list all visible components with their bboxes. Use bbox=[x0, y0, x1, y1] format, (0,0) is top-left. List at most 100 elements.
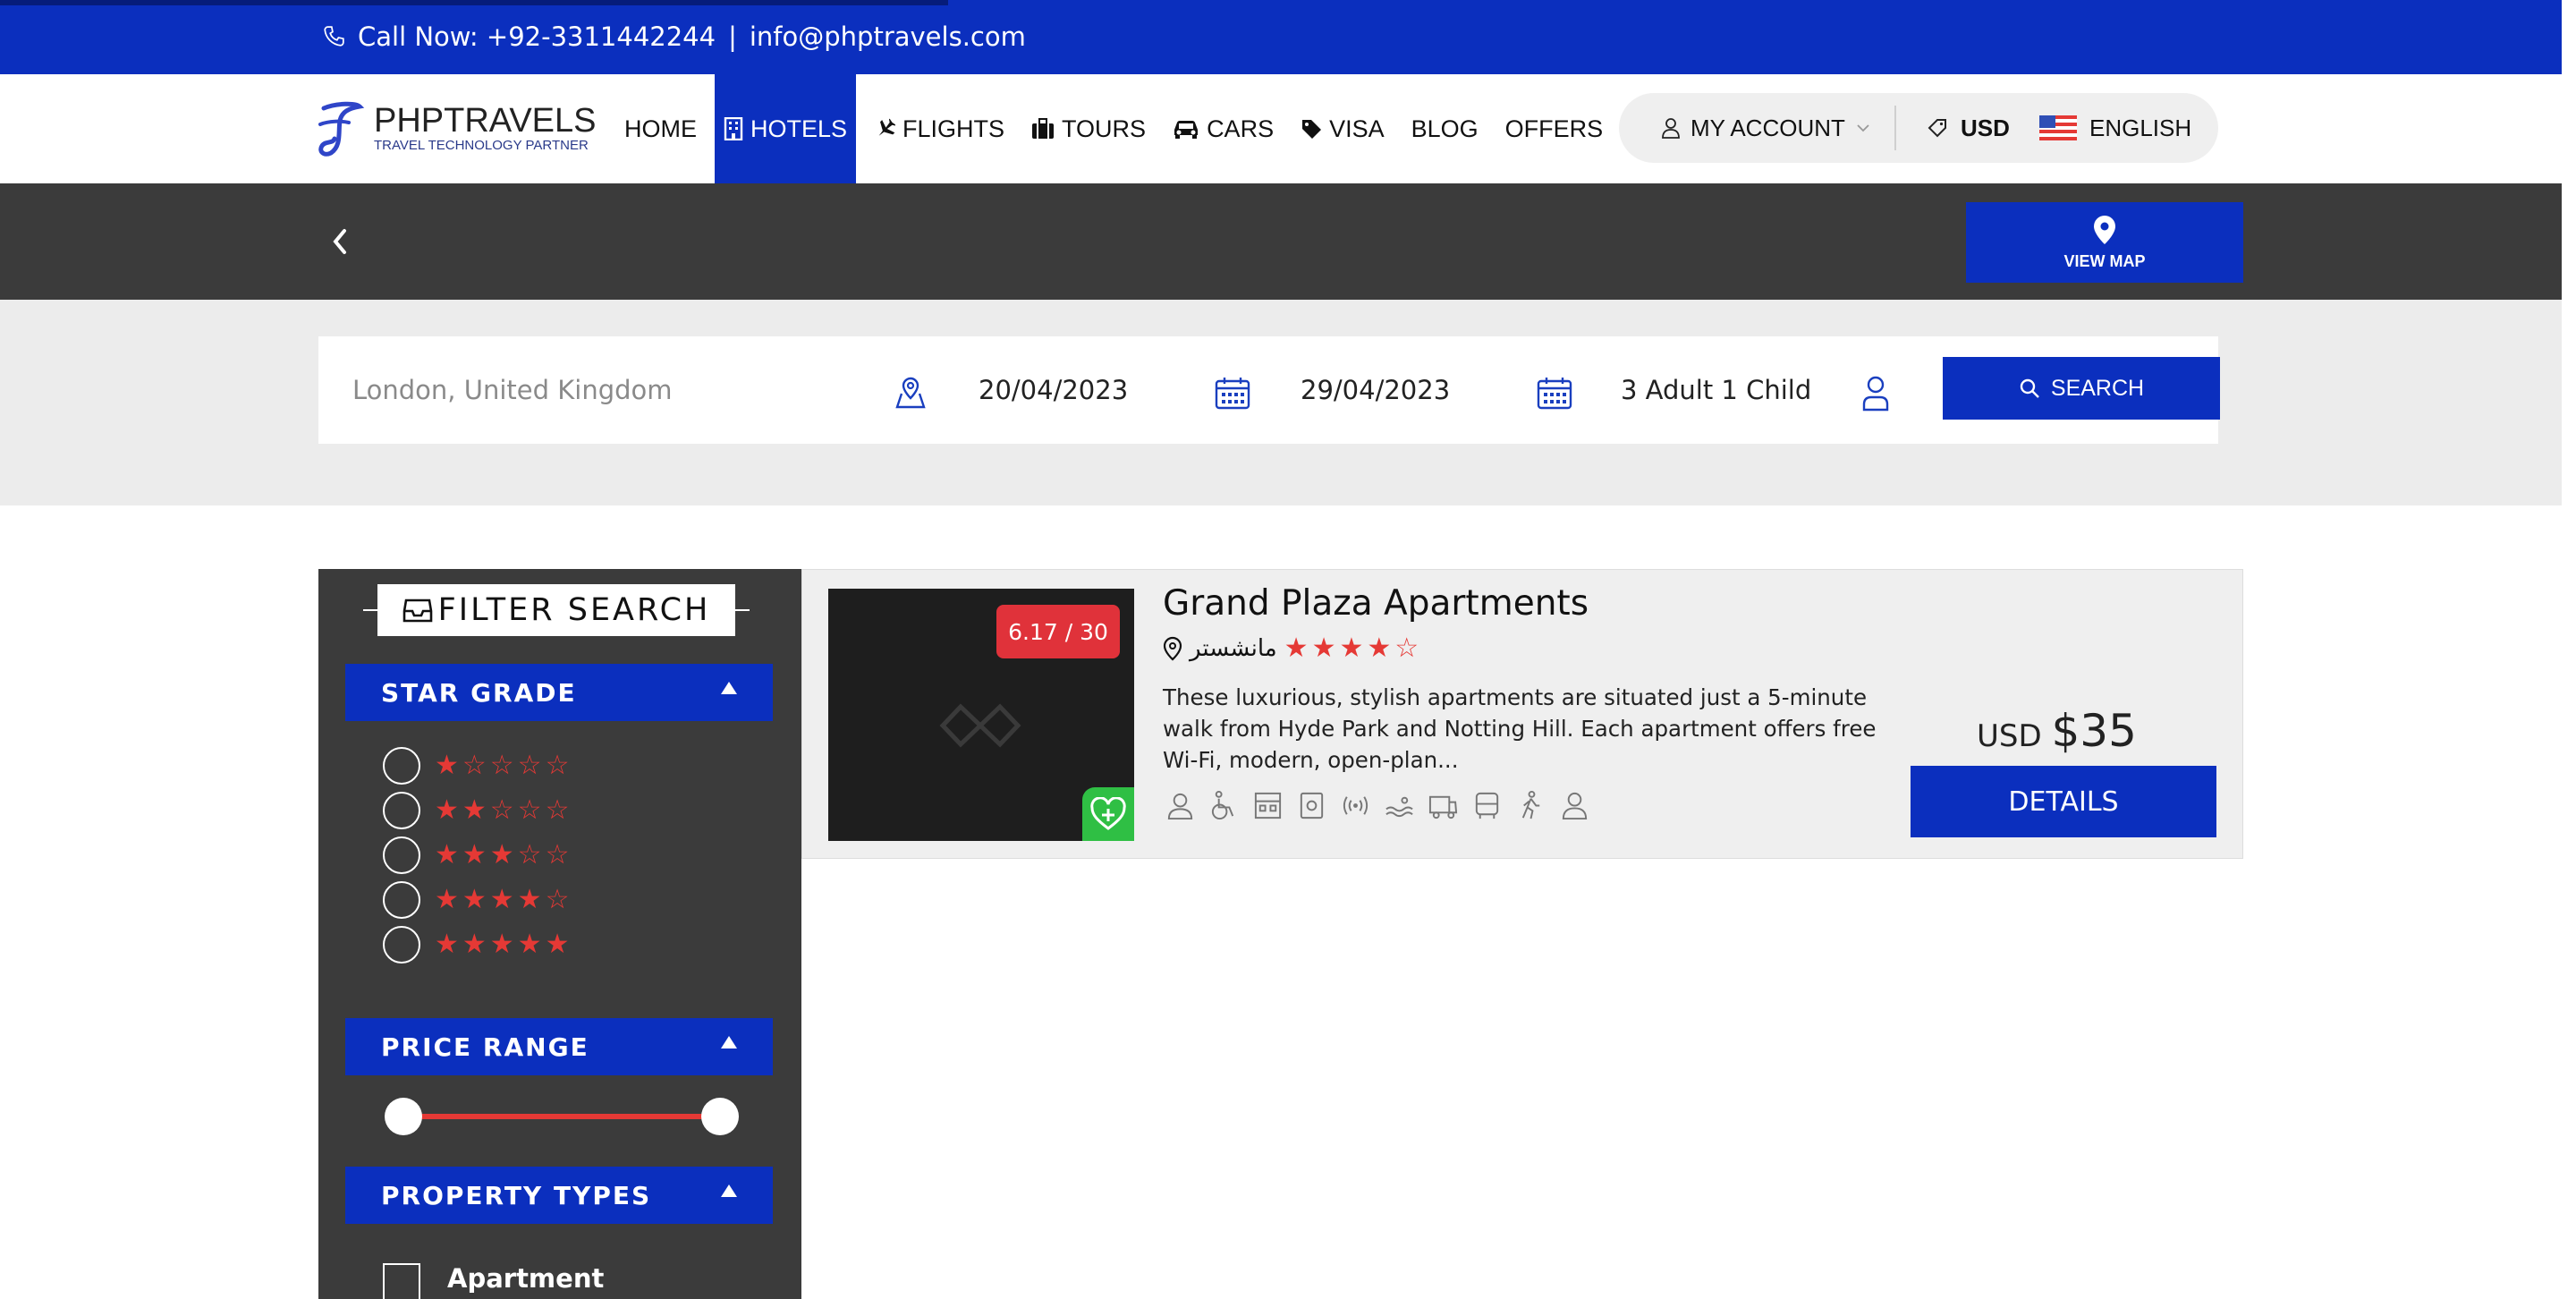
checkin-date[interactable]: 20/04/2023 bbox=[979, 375, 1128, 405]
suitcase-icon bbox=[1032, 118, 1055, 139]
apartment-checkbox[interactable] bbox=[383, 1263, 420, 1299]
guests-field[interactable]: 3 Adult 1 Child bbox=[1621, 336, 1811, 444]
radio-button[interactable] bbox=[383, 836, 420, 874]
pool-icon bbox=[1385, 796, 1413, 818]
car-icon bbox=[1174, 121, 1199, 139]
store-icon bbox=[1254, 792, 1282, 819]
hotel-score-badge: 6.17 / 30 bbox=[996, 605, 1120, 658]
nav-item-label: BLOG bbox=[1411, 115, 1479, 142]
my-account-dropdown[interactable]: MY ACCOUNT bbox=[1662, 93, 1870, 163]
view-map-button[interactable]: VIEW MAP bbox=[1966, 202, 2243, 283]
star-option-5[interactable]: ★★★★★ bbox=[383, 925, 572, 964]
collapse-caret-icon[interactable] bbox=[721, 682, 737, 694]
star-option-3[interactable]: ★★★☆☆ bbox=[383, 836, 572, 875]
hotel-rating-stars: ★★★★☆ bbox=[1284, 633, 1423, 664]
filter-sidebar: FILTER SEARCH STAR GRADE ★☆☆☆☆ ★★☆☆☆ ★★★… bbox=[318, 569, 801, 1299]
checkout-field[interactable]: 29/04/2023 bbox=[1301, 336, 1450, 444]
price-currency: USD bbox=[1977, 718, 2042, 754]
nav-menu: HOME HOTELS FLIGHTS TOURS CARS VISA BLOG… bbox=[615, 74, 1612, 183]
property-types-label: PROPERTY TYPES bbox=[381, 1180, 652, 1210]
wheelchair-icon bbox=[1211, 790, 1234, 820]
my-account-label: MY ACCOUNT bbox=[1690, 114, 1845, 141]
bus-icon bbox=[1475, 792, 1499, 819]
us-flag-icon bbox=[2039, 115, 2077, 140]
currency-label: USD bbox=[1961, 114, 2010, 141]
nav-item-label: FLIGHTS bbox=[902, 115, 1005, 142]
nav-item-hotels[interactable]: HOTELS bbox=[715, 74, 857, 183]
amenities-list bbox=[1165, 790, 1590, 821]
person-icon bbox=[1862, 376, 1889, 412]
rating-stars-5: ★★★★★ bbox=[435, 929, 573, 960]
nav-item-flights[interactable]: FLIGHTS bbox=[865, 74, 1013, 183]
chevron-down-icon bbox=[1857, 124, 1869, 132]
title-rule-right bbox=[735, 609, 750, 611]
call-now-text[interactable]: Call Now: +92-3311442244 bbox=[358, 21, 716, 52]
nav-item-cars[interactable]: CARS bbox=[1164, 74, 1283, 183]
checkin-field[interactable]: 20/04/2023 bbox=[979, 336, 1128, 444]
destination-input[interactable]: London, United Kingdom bbox=[352, 375, 673, 405]
star-grade-header[interactable]: STAR GRADE bbox=[345, 664, 773, 721]
phone-icon bbox=[324, 26, 344, 47]
language-selector[interactable]: ENGLISH bbox=[2039, 93, 2191, 163]
map-pin-icon bbox=[2094, 215, 2115, 244]
search-button[interactable]: SEARCH bbox=[1943, 357, 2220, 420]
view-map-label: VIEW MAP bbox=[2063, 251, 2146, 270]
main-navbar: PHPTRAVELS TRAVEL TECHNOLOGY PARTNER HOM… bbox=[0, 74, 2562, 183]
currency-selector[interactable]: USD bbox=[1927, 93, 2010, 163]
nav-item-home[interactable]: HOME bbox=[615, 74, 706, 183]
price-range-label: PRICE RANGE bbox=[381, 1032, 589, 1062]
rating-stars-1: ★☆☆☆☆ bbox=[435, 750, 573, 781]
property-types-header[interactable]: PROPERTY TYPES bbox=[345, 1167, 773, 1224]
brand-logo[interactable]: PHPTRAVELS TRAVEL TECHNOLOGY PARTNER bbox=[315, 99, 596, 158]
nav-item-tours[interactable]: TOURS bbox=[1022, 74, 1155, 183]
account-currency-language-bar: MY ACCOUNT USD ENGLISH bbox=[1619, 93, 2218, 163]
divider bbox=[1894, 106, 1896, 150]
collapse-caret-icon[interactable] bbox=[721, 1036, 737, 1049]
user-icon bbox=[1562, 792, 1588, 820]
top-contact-bar: Call Now: +92-3311442244 | info@phptrave… bbox=[0, 0, 2562, 74]
price-max-handle[interactable] bbox=[701, 1098, 739, 1135]
heart-plus-icon bbox=[1090, 797, 1126, 830]
price-min-handle[interactable] bbox=[385, 1098, 422, 1135]
hotel-location-rating: مانشستر ★★★★☆ bbox=[1163, 635, 1422, 662]
radio-button[interactable] bbox=[383, 792, 420, 829]
nav-item-label: VISA bbox=[1329, 115, 1385, 142]
location-pin-icon bbox=[1163, 636, 1182, 661]
hotel-name[interactable]: Grand Plaza Apartments bbox=[1163, 583, 1589, 624]
user-icon bbox=[1662, 118, 1680, 139]
nav-item-label: HOME bbox=[624, 115, 697, 142]
destination-field[interactable]: London, United Kingdom bbox=[318, 336, 945, 444]
star-option-1[interactable]: ★☆☆☆☆ bbox=[383, 746, 572, 785]
rating-stars-4: ★★★★☆ bbox=[435, 884, 573, 915]
guests-value[interactable]: 3 Adult 1 Child bbox=[1621, 375, 1811, 405]
details-button[interactable]: DETAILS bbox=[1911, 766, 2216, 837]
nav-item-blog[interactable]: BLOG bbox=[1402, 74, 1487, 183]
email-link[interactable]: info@phptravels.com bbox=[750, 21, 1026, 52]
money-tag-icon bbox=[1928, 119, 1946, 138]
radio-button[interactable] bbox=[383, 926, 420, 964]
star-option-2[interactable]: ★★☆☆☆ bbox=[383, 791, 572, 830]
checkout-date[interactable]: 29/04/2023 bbox=[1301, 375, 1450, 405]
star-option-4[interactable]: ★★★★☆ bbox=[383, 880, 572, 920]
property-type-label: Apartment bbox=[447, 1263, 605, 1294]
hotel-search-form: London, United Kingdom 20/04/2023 29/04/… bbox=[318, 336, 2218, 444]
inbox-icon bbox=[402, 599, 432, 623]
brand-tagline: TRAVEL TECHNOLOGY PARTNER bbox=[374, 138, 589, 153]
price-slider-track[interactable] bbox=[402, 1114, 720, 1119]
hotel-location: مانشستر bbox=[1190, 635, 1277, 662]
add-to-wishlist-button[interactable] bbox=[1082, 787, 1134, 841]
search-icon bbox=[2020, 378, 2039, 398]
safe-icon bbox=[1300, 792, 1324, 819]
hotel-description: These luxurious, stylish apartments are … bbox=[1163, 684, 1877, 773]
price-range-header[interactable]: PRICE RANGE bbox=[345, 1018, 773, 1075]
page-loading-bar bbox=[0, 0, 948, 5]
map-location-icon bbox=[895, 377, 926, 409]
back-chevron-icon[interactable] bbox=[331, 228, 349, 255]
radio-button[interactable] bbox=[383, 747, 420, 785]
nav-item-offers[interactable]: OFFERS bbox=[1496, 74, 1613, 183]
concierge-icon bbox=[1167, 793, 1193, 820]
radio-button[interactable] bbox=[383, 881, 420, 919]
nav-item-visa[interactable]: VISA bbox=[1292, 74, 1394, 183]
collapse-caret-icon[interactable] bbox=[721, 1184, 737, 1197]
brand-name: PHPTRAVELS bbox=[374, 102, 597, 140]
